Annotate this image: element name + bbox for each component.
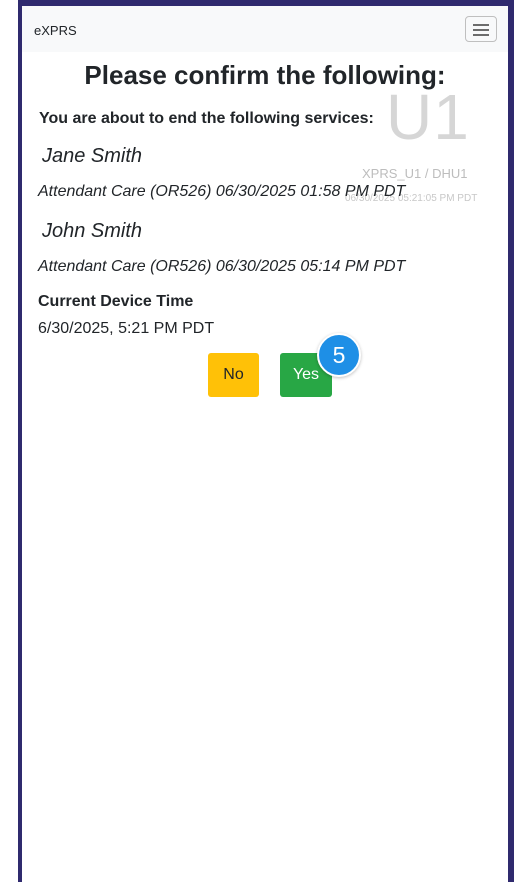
service-client-name: Jane Smith (42, 145, 143, 167)
user-watermark-id: XPRS_U1 / DHU1 (362, 166, 468, 181)
window-border-left (18, 0, 22, 882)
service-detail: Attendant Care (OR526) 06/30/2025 05:14 … (38, 258, 406, 275)
left-gutter (0, 0, 18, 882)
user-watermark-initials: U1 (386, 81, 470, 153)
service-client-name: John Smith (42, 220, 143, 242)
device-time-label: Current Device Time (38, 293, 194, 310)
navbar: eXPRS (22, 6, 508, 52)
no-button[interactable]: No (208, 353, 259, 397)
page-title: Please confirm the following: (84, 60, 446, 90)
device-time-value: 6/30/2025, 5:21 PM PDT (38, 320, 215, 337)
step-number-badge: 5 (317, 333, 361, 377)
confirm-subtitle: You are about to end the following servi… (39, 110, 374, 127)
app-window: eXPRS U1 XPRS_U1 / DHU1 06/30/2025 05:21… (0, 0, 514, 882)
brand-link[interactable]: eXPRS (34, 23, 77, 38)
service-detail: Attendant Care (OR526) 06/30/2025 01:58 … (38, 183, 406, 200)
hamburger-menu-icon-bar (473, 34, 489, 36)
hamburger-menu-button[interactable] (465, 16, 497, 42)
hamburger-menu-icon (473, 24, 489, 26)
hamburger-menu-icon-bar (473, 29, 489, 31)
window-border-right (508, 0, 514, 882)
